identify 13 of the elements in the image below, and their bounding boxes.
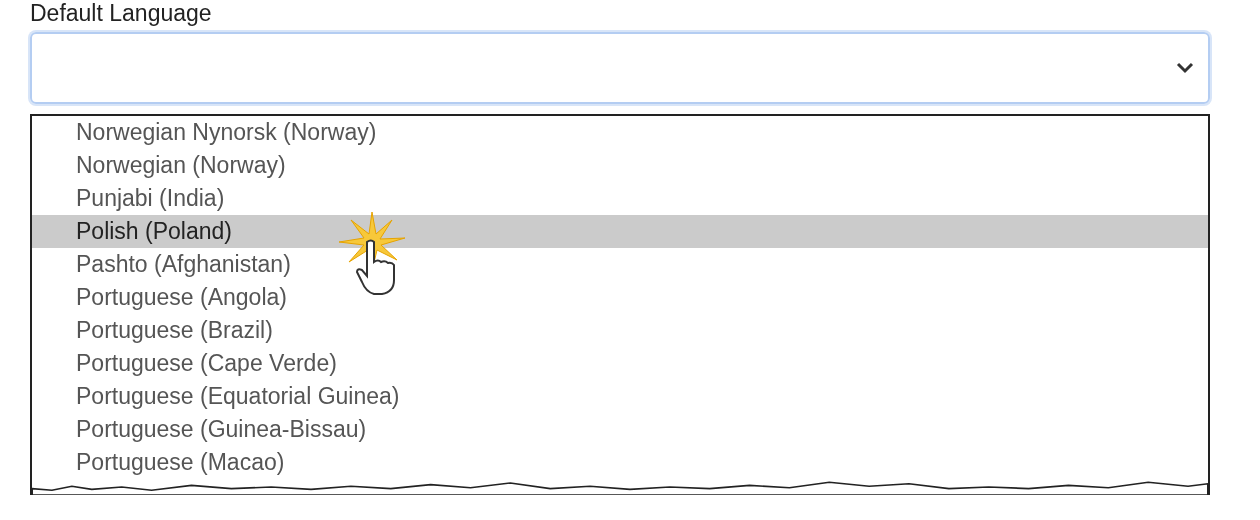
dropdown-option[interactable]: Norwegian Nynorsk (Norway)	[32, 116, 1208, 149]
dropdown-option[interactable]: Norwegian (Norway)	[32, 149, 1208, 182]
dropdown-option[interactable]: Pashto (Afghanistan)	[32, 248, 1208, 281]
dropdown-option[interactable]: Portuguese (Brazil)	[32, 314, 1208, 347]
chevron-down-icon	[1176, 62, 1194, 74]
field-label: Default Language	[30, 0, 213, 28]
dropdown-option[interactable]: Portuguese (Cape Verde)	[32, 347, 1208, 380]
dropdown-option[interactable]: Portuguese (Equatorial Guinea)	[32, 380, 1208, 413]
dropdown-option[interactable]: Punjabi (India)	[32, 182, 1208, 215]
dropdown-option[interactable]: Polish (Poland)	[32, 215, 1208, 248]
dropdown-option[interactable]: Portuguese (Angola)	[32, 281, 1208, 314]
dropdown-option[interactable]: Portuguese (Macao)	[32, 446, 1208, 479]
dropdown-option[interactable]: Portuguese (Guinea-Bissau)	[32, 413, 1208, 446]
